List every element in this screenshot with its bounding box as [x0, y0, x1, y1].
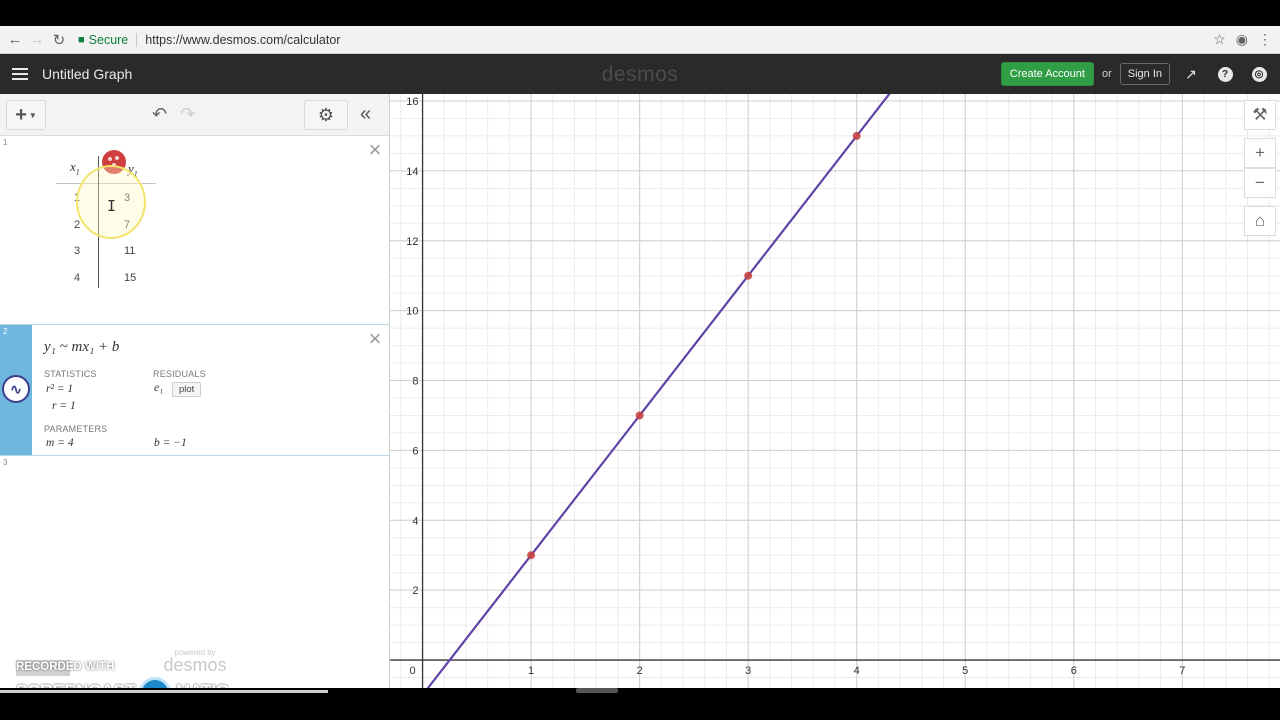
r-squared-value: r² = 1	[46, 383, 74, 395]
expression-table[interactable]: 1 × x1 y1 13 27 3 11 4 15	[0, 136, 389, 324]
create-account-button[interactable]: Create Account	[1000, 62, 1094, 86]
plus-icon: +	[15, 103, 27, 126]
y-tick-label: 14	[406, 166, 418, 178]
data-point	[635, 411, 644, 420]
add-item-button[interactable]: + ▼	[6, 100, 46, 130]
table-row: 3 11	[56, 237, 156, 264]
column-header-x[interactable]: x1	[70, 159, 80, 177]
language-globe-icon[interactable]: ◎	[1246, 62, 1272, 86]
graph-paper[interactable]: 0 1 2 3 4 5 6 7 2 4 6 8 10 12 14 16	[390, 94, 1280, 688]
row-number: 2	[3, 327, 8, 336]
lock-icon: ■	[78, 33, 85, 46]
star-icon[interactable]: ☆	[1213, 31, 1226, 48]
menu-icon[interactable]	[0, 54, 40, 94]
regression-equation[interactable]: y₁ ~ mx₁ + b	[44, 339, 119, 356]
address-bar[interactable]: ■ Secure https://www.desmos.com/calculat…	[78, 29, 1213, 51]
graph-tools: ⚒ + − ⌂	[1244, 100, 1276, 236]
redo-icon[interactable]: ↷	[180, 104, 195, 125]
zoom-in-icon[interactable]: +	[1244, 138, 1276, 168]
zoom-out-icon[interactable]: −	[1244, 168, 1276, 198]
table-cell-y[interactable]: 11	[124, 245, 135, 257]
watermark-recorded-with: RECORDED WITH	[16, 661, 115, 673]
table-cell-x[interactable]: 3	[74, 245, 80, 257]
powered-by-desmos[interactable]: powered by desmos	[160, 648, 230, 675]
y-tick-label: 10	[406, 306, 418, 318]
x-tick-label: 2	[637, 665, 643, 677]
share-icon[interactable]: ↗	[1178, 62, 1204, 86]
x-tick-label: 5	[962, 665, 968, 677]
parameter-m: m = 4	[46, 437, 74, 449]
x-tick-label: 1	[528, 665, 534, 677]
back-icon[interactable]: ←	[4, 29, 26, 51]
parameter-b: b = −1	[154, 437, 187, 449]
r-value: r = 1	[52, 400, 76, 412]
table-cell-x[interactable]: 4	[74, 272, 80, 284]
undo-icon[interactable]: ↶	[152, 104, 167, 125]
browser-menu-icon[interactable]: ⋮	[1258, 31, 1272, 48]
forward-icon[interactable]: →	[26, 29, 48, 51]
table-cell-y[interactable]: 15	[124, 272, 136, 284]
y-tick-label: 2	[412, 585, 418, 597]
secure-label: Secure	[88, 32, 129, 47]
data-point	[852, 131, 861, 140]
browser-toolbar: ← → ↻ ■ Secure https://www.desmos.com/ca…	[0, 26, 1280, 54]
graph-settings-wrench-icon[interactable]: ⚒	[1244, 100, 1276, 130]
regression-icon[interactable]: ∿	[2, 375, 30, 403]
delete-expression-icon[interactable]: ×	[366, 139, 384, 161]
settings-gear-icon[interactable]: ⚙	[304, 100, 348, 130]
statistics-label: STATISTICS	[44, 369, 97, 379]
app-header: Untitled Graph desmos Create Account or …	[0, 54, 1280, 94]
expression-toolbar: + ▼ ↶ ↷ ⚙ «	[0, 94, 389, 136]
powered-by-brand: desmos	[163, 655, 227, 675]
text-cursor-icon: I	[107, 197, 117, 215]
regression-expression[interactable]: 2 ∿ × y₁ ~ mx₁ + b STATISTICS r² = 1 r =…	[0, 324, 389, 456]
letterbox-top	[0, 0, 1280, 26]
data-point	[527, 551, 536, 560]
y-tick-label: 4	[412, 515, 418, 527]
browser-actions: ☆ ◉ ⋮	[1213, 31, 1272, 48]
y-tick-label: 12	[406, 236, 418, 248]
graph-canvas[interactable]: 0 1 2 3 4 5 6 7246810121416	[390, 94, 1280, 688]
plot-residuals-button[interactable]: plot	[172, 382, 202, 397]
table-cell-x[interactable]: 2	[74, 219, 80, 231]
y-tick-label: 16	[406, 96, 418, 108]
parameters-label: PARAMETERS	[44, 424, 108, 434]
sign-in-button[interactable]: Sign In	[1119, 63, 1170, 85]
dropdown-caret-icon: ▼	[28, 110, 37, 120]
residuals-label: RESIDUALS	[153, 369, 206, 379]
graph-title[interactable]: Untitled Graph	[42, 66, 132, 82]
expression-panel: + ▼ ↶ ↷ ⚙ « 1 × x1 y1 13 27 3 11 4 15 2 …	[0, 94, 390, 688]
data-point	[744, 271, 753, 280]
screen: ← → ↻ ■ Secure https://www.desmos.com/ca…	[0, 0, 1280, 720]
y-tick-label: 8	[412, 376, 418, 388]
x-tick-label: 6	[1071, 665, 1077, 677]
x-tick-label: 3	[745, 665, 751, 677]
address-divider	[136, 32, 138, 47]
collapse-panel-icon[interactable]: «	[360, 103, 371, 126]
or-label: or	[1101, 68, 1112, 80]
residual-variable: e₁	[154, 382, 164, 394]
row-number: 3	[3, 458, 8, 467]
y-tick-label: 6	[412, 445, 418, 457]
header-actions: Create Account or Sign In ↗ ? ◎	[1000, 62, 1272, 86]
delete-expression-icon[interactable]: ×	[366, 328, 384, 350]
help-icon[interactable]: ?	[1212, 62, 1238, 86]
extension-icon[interactable]: ◉	[1236, 31, 1248, 48]
url-text[interactable]: https://www.desmos.com/calculator	[145, 33, 340, 47]
row-number: 1	[3, 138, 8, 147]
video-scrub-handle[interactable]	[576, 688, 618, 693]
home-icon[interactable]: ⌂	[1244, 206, 1276, 236]
x-tick-label: 4	[854, 665, 860, 677]
x-tick-label: 7	[1179, 665, 1185, 677]
table-row: 4 15	[56, 264, 156, 291]
x-tick-label: 0	[409, 665, 415, 677]
reload-icon[interactable]: ↻	[48, 29, 70, 51]
video-progress-bar[interactable]	[0, 690, 328, 693]
